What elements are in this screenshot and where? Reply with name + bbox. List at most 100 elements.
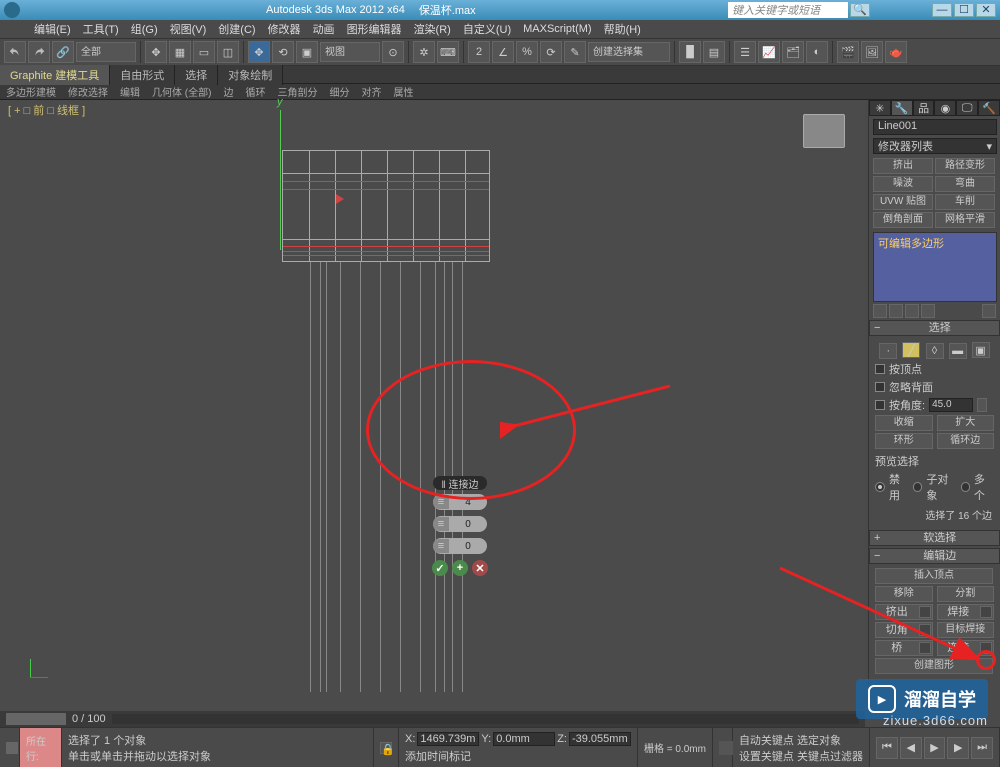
chamfer-settings-button[interactable] xyxy=(919,624,931,636)
menu-views[interactable]: 视图(V) xyxy=(164,21,213,37)
bridge-settings-button[interactable] xyxy=(919,642,931,654)
menu-group[interactable]: 组(G) xyxy=(125,21,164,37)
caddy-segments-spinner[interactable]: ≡4 xyxy=(433,494,487,510)
connect-settings-button[interactable] xyxy=(980,642,992,654)
caddy-pinch-spinner[interactable]: ≡0 xyxy=(433,516,487,532)
time-slider[interactable]: 0 / 100 xyxy=(0,711,865,727)
curve-editor-button[interactable]: 📈 xyxy=(758,41,780,63)
configure-sets-button[interactable] xyxy=(982,304,996,318)
subobj-polygon[interactable]: ▬ xyxy=(949,343,967,359)
ring-button[interactable]: 环形 xyxy=(875,433,933,449)
ribbon-tab-selection[interactable]: 选择 xyxy=(175,65,218,85)
ribbon-modify-sel[interactable]: 修改选择 xyxy=(62,84,114,99)
object-name-field[interactable]: Line001 xyxy=(873,119,997,135)
modifier-list-dropdown[interactable]: 修改器列表▾ xyxy=(873,138,997,154)
tab-display[interactable]: 🖵 xyxy=(956,100,978,116)
make-unique-button[interactable] xyxy=(905,304,919,318)
render-setup-button[interactable]: 🎬 xyxy=(837,41,859,63)
preview-multi-radio[interactable] xyxy=(961,482,970,492)
manipulate-button[interactable]: ✲ xyxy=(413,41,435,63)
rollout-edit-edges[interactable]: −编辑边 xyxy=(869,548,1000,564)
subobj-vertex[interactable]: · xyxy=(879,343,897,359)
snap-2d-button[interactable]: 2 xyxy=(468,41,490,63)
mod-extrude-button[interactable]: 挤出 xyxy=(873,158,933,174)
edit-named-sel-button[interactable]: ✎ xyxy=(564,41,586,63)
split-button[interactable]: 分割 xyxy=(937,586,995,602)
snap-angle-button[interactable]: ∠ xyxy=(492,41,514,63)
ref-coord-dropdown[interactable]: 视图 xyxy=(320,42,380,62)
render-frame-button[interactable]: 🖼 xyxy=(861,41,883,63)
rotate-button[interactable]: ⟲ xyxy=(272,41,294,63)
rollout-selection[interactable]: −选择 xyxy=(869,320,1000,336)
insert-vertex-button[interactable]: 插入顶点 xyxy=(875,568,993,584)
coord-y-field[interactable]: 0.0mm xyxy=(493,732,555,746)
render-button[interactable]: 🫖 xyxy=(885,41,907,63)
tab-hierarchy[interactable]: 品 xyxy=(913,100,935,116)
play-button[interactable]: ▶ xyxy=(924,737,946,759)
schematic-button[interactable]: 🗂 xyxy=(782,41,804,63)
spinner-snap-button[interactable]: ⟳ xyxy=(540,41,562,63)
menu-edit[interactable]: 编辑(E) xyxy=(28,21,77,37)
chamfer-button[interactable]: 切角 xyxy=(875,622,933,638)
mod-lathe-button[interactable]: 车削 xyxy=(935,194,995,210)
viewcube[interactable] xyxy=(803,114,845,148)
tab-utilities[interactable]: 🔨 xyxy=(978,100,1000,116)
named-selection-dropdown[interactable]: 创建选择集 xyxy=(588,42,670,62)
weld-button[interactable]: 焊接 xyxy=(937,604,995,620)
modifier-stack[interactable]: 可编辑多边形 xyxy=(873,232,997,302)
select-region-button[interactable]: ▭ xyxy=(193,41,215,63)
use-center-button[interactable]: ⊙ xyxy=(382,41,404,63)
coord-x-field[interactable]: 1469.739m xyxy=(417,732,479,746)
ignore-backfacing-checkbox[interactable] xyxy=(875,382,885,392)
set-key-button[interactable]: 设置关键点 xyxy=(739,751,794,763)
caddy-apply-button[interactable]: + xyxy=(452,560,468,576)
viewport[interactable]: [ + □ 前 □ 线框 ] ‖ 连接边 ≡4 ≡0 ≡0 ✓ + ✕ xyxy=(0,100,865,711)
menu-customize[interactable]: 自定义(U) xyxy=(457,21,517,37)
undo-button[interactable] xyxy=(4,41,26,63)
angle-spinner[interactable] xyxy=(977,398,987,412)
extrude-button[interactable]: 挤出 xyxy=(875,604,933,620)
ribbon-loops[interactable]: 循环 xyxy=(239,84,271,99)
mod-uvw-button[interactable]: UVW 贴图 xyxy=(873,194,933,210)
mod-pathdeform-button[interactable]: 路径变形 xyxy=(935,158,995,174)
ribbon-tab-paint[interactable]: 对象绘制 xyxy=(218,65,283,85)
menu-rendering[interactable]: 渲染(R) xyxy=(408,21,457,37)
caddy-title[interactable]: ‖ 连接边 xyxy=(433,476,487,490)
move-button[interactable]: ✥ xyxy=(248,41,270,63)
snap-percent-button[interactable]: % xyxy=(516,41,538,63)
prev-frame-button[interactable]: ◀ xyxy=(900,737,922,759)
by-vertex-checkbox[interactable] xyxy=(875,364,885,374)
scale-button[interactable]: ▣ xyxy=(296,41,318,63)
tab-motion[interactable]: ◉ xyxy=(934,100,956,116)
menu-graph-editors[interactable]: 图形编辑器 xyxy=(341,21,408,37)
material-editor-button[interactable]: ◐ xyxy=(806,41,828,63)
remove-mod-button[interactable] xyxy=(921,304,935,318)
ribbon-subdiv[interactable]: 细分 xyxy=(323,84,355,99)
window-crossing-button[interactable]: ◫ xyxy=(217,41,239,63)
preview-subobj-radio[interactable] xyxy=(913,482,922,492)
ribbon-edit[interactable]: 编辑 xyxy=(114,84,146,99)
link-button[interactable]: 🔗 xyxy=(52,41,74,63)
caddy-ok-button[interactable]: ✓ xyxy=(432,560,448,576)
menu-help[interactable]: 帮助(H) xyxy=(598,21,647,37)
ribbon-align[interactable]: 对齐 xyxy=(355,84,387,99)
subobj-element[interactable]: ▣ xyxy=(972,342,990,358)
add-time-tag[interactable]: 添加时间标记 xyxy=(405,748,631,764)
ribbon-edges[interactable]: 边 xyxy=(217,84,239,99)
next-frame-button[interactable]: ▶ xyxy=(947,737,969,759)
target-weld-button[interactable]: 目标焊接 xyxy=(937,622,995,638)
grow-button[interactable]: 扩大 xyxy=(937,415,995,431)
extrude-settings-button[interactable] xyxy=(919,606,931,618)
mod-bend-button[interactable]: 弯曲 xyxy=(935,176,995,192)
caddy-slide-spinner[interactable]: ≡0 xyxy=(433,538,487,554)
mod-bevelprofile-button[interactable]: 倒角剖面 xyxy=(873,212,933,228)
close-button[interactable]: ✕ xyxy=(976,3,996,17)
tab-create[interactable]: ✳ xyxy=(869,100,891,116)
viewport-label[interactable]: [ + □ 前 □ 线框 ] xyxy=(8,102,85,118)
mod-noise-button[interactable]: 噪波 xyxy=(873,176,933,192)
tab-modify[interactable]: 🔧 xyxy=(891,100,913,116)
align-button[interactable]: ▤ xyxy=(703,41,725,63)
redo-button[interactable] xyxy=(28,41,50,63)
rollout-soft-selection[interactable]: +软选择 xyxy=(869,530,1000,546)
subobj-edge[interactable]: ╱ xyxy=(902,342,920,358)
